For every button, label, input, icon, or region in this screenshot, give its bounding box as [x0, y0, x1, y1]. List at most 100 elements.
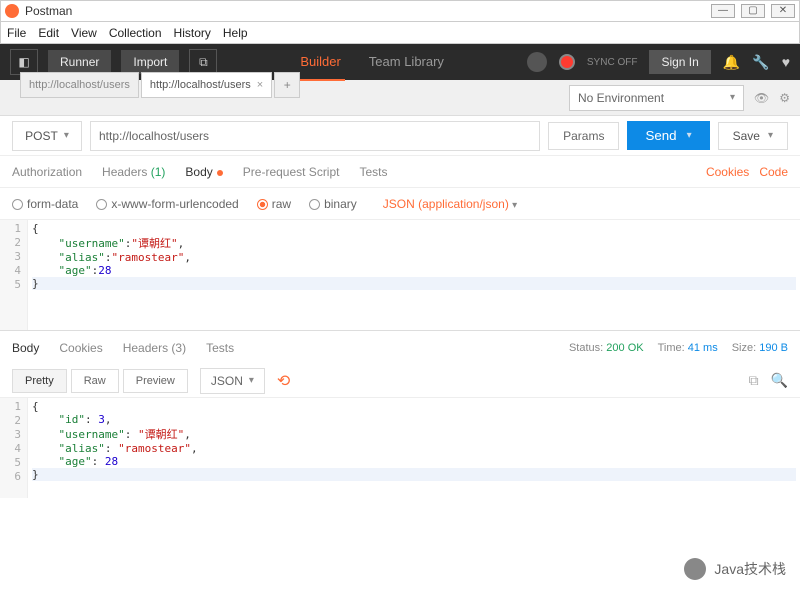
chevron-down-icon: ▾ [512, 200, 517, 211]
add-tab-button[interactable]: + [274, 72, 300, 98]
menubar: File Edit View Collection History Help [0, 22, 800, 44]
tab-tests[interactable]: Tests [359, 165, 387, 179]
time-label: Time: 41 ms [658, 342, 718, 354]
menu-view[interactable]: View [71, 26, 97, 40]
resp-tab-body[interactable]: Body [12, 341, 39, 355]
close-icon[interactable]: × [257, 79, 263, 91]
status-label: Status: 200 OK [569, 342, 644, 354]
capture-icon[interactable] [527, 52, 547, 72]
content-type-label: JSON (application/json) [383, 197, 509, 211]
menu-help[interactable]: Help [223, 26, 248, 40]
window-title: Postman [25, 4, 711, 18]
request-tabs: http://localhost/users http://localhost/… [10, 68, 310, 98]
wrench-icon[interactable]: 🔧 [752, 54, 769, 71]
search-icon[interactable]: 🔍 [771, 372, 788, 389]
environment-select-label: No Environment [578, 91, 664, 105]
window-titlebar: Postman — ▢ ✕ [0, 0, 800, 22]
tab-team-library[interactable]: Team Library [365, 44, 448, 81]
save-button[interactable]: Save▾ [718, 122, 788, 150]
watermark-text: Java技术栈 [714, 559, 786, 579]
content-type-select[interactable]: JSON (application/json) ▾ [383, 197, 517, 211]
radio-binary-label: binary [324, 197, 357, 211]
method-label: POST [25, 129, 58, 143]
request-tab-active-label: http://localhost/users [150, 79, 251, 91]
close-button[interactable]: ✕ [771, 4, 795, 18]
radio-formdata[interactable]: form-data [12, 197, 78, 211]
send-button[interactable]: Send ▾ [627, 121, 709, 150]
chevron-down-icon: ▾ [64, 130, 69, 141]
menu-edit[interactable]: Edit [38, 26, 59, 40]
radio-xwww-label: x-www-form-urlencoded [111, 197, 238, 211]
request-tab-active[interactable]: http://localhost/users × [141, 72, 272, 98]
request-tab-inactive[interactable]: http://localhost/users [20, 72, 139, 98]
gear-icon[interactable]: ⚙ [779, 91, 790, 105]
env-bar: http://localhost/users http://localhost/… [0, 80, 800, 116]
copy-icon[interactable]: ⧉ [749, 372, 759, 389]
resp-tab-cookies[interactable]: Cookies [59, 341, 102, 355]
resp-tab-headers[interactable]: Headers (3) [123, 341, 186, 355]
menu-file[interactable]: File [7, 26, 26, 40]
url-value: http://localhost/users [99, 129, 209, 143]
format-select[interactable]: JSON ▾ [200, 368, 265, 394]
tab-body[interactable]: Body [185, 165, 222, 179]
request-body-code[interactable]: { "username":"谭朝红", "alias":"ramostear",… [28, 220, 800, 330]
response-body-code: { "id": 3, "username": "谭朝红", "alias": "… [28, 398, 800, 498]
sync-status-icon[interactable] [559, 54, 575, 70]
response-options: Pretty Raw Preview JSON ▾ ⟲ ⧉ 🔍 [0, 364, 800, 398]
wrap-icon[interactable]: ⟲ [277, 371, 290, 391]
body-options: form-data x-www-form-urlencoded raw bina… [0, 188, 800, 220]
chevron-down-icon: ▾ [687, 130, 692, 141]
headers-count: (1) [151, 165, 166, 179]
modified-dot-icon [217, 170, 223, 176]
resp-headers-count: (3) [171, 341, 186, 355]
time-value: 41 ms [688, 342, 718, 354]
save-label: Save [733, 129, 760, 143]
app-icon [5, 4, 19, 18]
format-label: JSON [211, 374, 243, 388]
chevron-down-icon: ▾ [730, 92, 735, 103]
watermark: Java技术栈 [684, 558, 786, 580]
view-pretty[interactable]: Pretty [12, 369, 67, 393]
radio-xwww[interactable]: x-www-form-urlencoded [96, 197, 238, 211]
radio-raw-label: raw [272, 197, 291, 211]
view-preview[interactable]: Preview [123, 369, 188, 393]
tab-headers-label: Headers [102, 165, 147, 179]
bell-icon[interactable]: 🔔 [723, 54, 740, 71]
tab-prerequest[interactable]: Pre-request Script [243, 165, 340, 179]
view-raw[interactable]: Raw [71, 369, 119, 393]
status-value: 200 OK [606, 342, 643, 354]
params-button[interactable]: Params [548, 122, 619, 150]
environment-select[interactable]: No Environment ▾ [569, 85, 744, 111]
line-gutter: 12345 [0, 220, 28, 330]
signin-button[interactable]: Sign In [649, 50, 710, 74]
response-body-editor[interactable]: 123456 { "id": 3, "username": "谭朝红", "al… [0, 398, 800, 498]
radio-formdata-label: form-data [27, 197, 78, 211]
radio-binary[interactable]: binary [309, 197, 357, 211]
resp-tab-headers-label: Headers [123, 341, 168, 355]
send-label: Send [645, 128, 676, 143]
sync-label: SYNC OFF [587, 57, 638, 68]
resp-tab-tests[interactable]: Tests [206, 341, 234, 355]
line-gutter: 123456 [0, 398, 28, 498]
size-label: Size: 190 B [732, 342, 788, 354]
response-bar: Body Cookies Headers (3) Tests Status: 2… [0, 330, 800, 364]
watermark-icon [684, 558, 706, 580]
radio-raw[interactable]: raw [257, 197, 291, 211]
tab-headers[interactable]: Headers (1) [102, 165, 165, 179]
heart-icon[interactable]: ♥ [782, 54, 790, 70]
eye-icon[interactable]: 👁 [754, 91, 769, 105]
menu-history[interactable]: History [174, 26, 211, 40]
request-body-editor[interactable]: 12345 { "username":"谭朝红", "alias":"ramos… [0, 220, 800, 330]
cookies-link[interactable]: Cookies [706, 165, 749, 179]
code-link[interactable]: Code [759, 165, 788, 179]
method-select[interactable]: POST ▾ [12, 121, 82, 151]
maximize-button[interactable]: ▢ [741, 4, 765, 18]
url-input[interactable]: http://localhost/users [90, 121, 540, 151]
chevron-down-icon: ▾ [249, 375, 254, 386]
menu-collection[interactable]: Collection [109, 26, 162, 40]
request-subtabs: Authorization Headers (1) Body Pre-reque… [0, 156, 800, 188]
request-tab-inactive-label: http://localhost/users [29, 79, 130, 91]
minimize-button[interactable]: — [711, 4, 735, 18]
tab-authorization[interactable]: Authorization [12, 165, 82, 179]
size-value: 190 B [759, 342, 788, 354]
